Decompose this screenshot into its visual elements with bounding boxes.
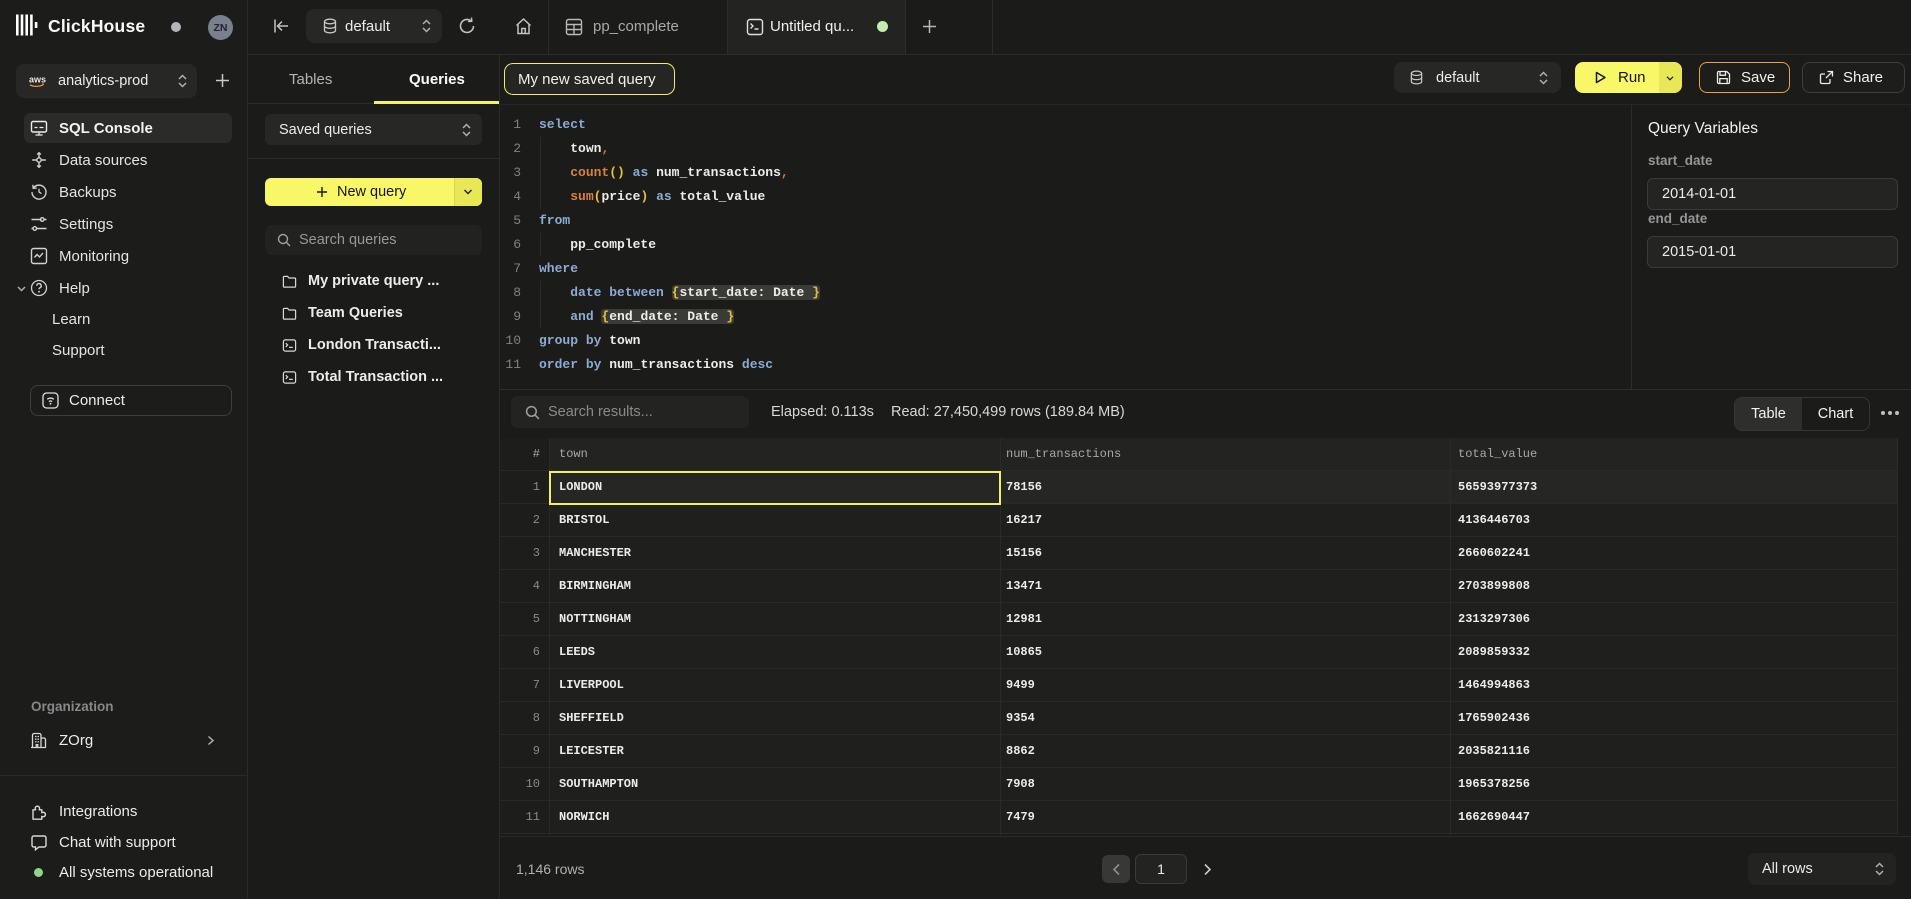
svg-text:aws: aws — [29, 75, 46, 85]
